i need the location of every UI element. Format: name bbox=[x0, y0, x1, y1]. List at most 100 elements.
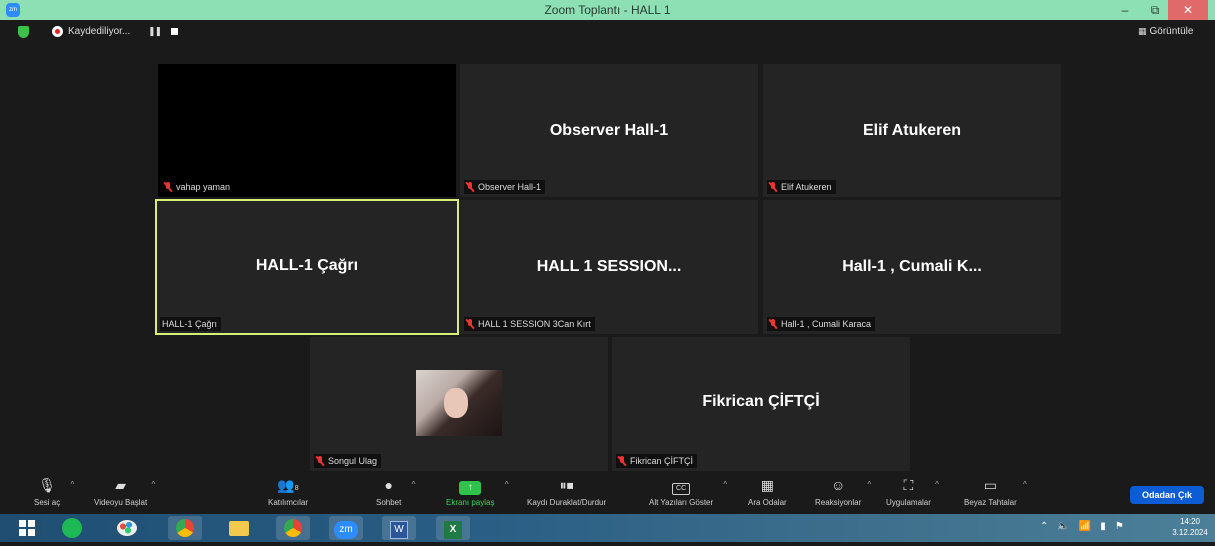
participant-name-tag: Elif Atukeren bbox=[767, 180, 836, 194]
show-captions-button[interactable]: CC Alt Yazıları Göster ^ bbox=[649, 476, 727, 507]
signal-icon: ▮ bbox=[1100, 521, 1106, 532]
network-icon: 📶 bbox=[1078, 521, 1092, 532]
video-off-icon: ▰ bbox=[115, 477, 126, 493]
participant-tile[interactable]: vahap yaman bbox=[158, 64, 456, 197]
chat-button[interactable]: ● Sohbet ^ bbox=[376, 476, 415, 507]
participant-name-tag: vahap yaman bbox=[162, 180, 235, 194]
mic-muted-icon bbox=[466, 182, 474, 192]
mic-muted-icon bbox=[164, 182, 172, 192]
stop-recording-icon[interactable] bbox=[171, 28, 178, 35]
word-icon: W bbox=[390, 521, 408, 539]
taskbar-chrome-2[interactable] bbox=[276, 516, 310, 540]
taskbar-excel[interactable]: X bbox=[436, 516, 470, 540]
reactions-button[interactable]: ☺ Reaksiyonlar ^ bbox=[815, 476, 871, 507]
pause-stop-recording-button[interactable]: ⏸⏹ Kaydı Duraklat/Durdur bbox=[527, 476, 606, 507]
participant-tile[interactable]: Elif Atukeren Elif Atukeren bbox=[763, 64, 1061, 197]
participant-name-tag: Hall-1 , Cumali Karaca bbox=[767, 317, 876, 331]
flag-icon: ⚑ bbox=[1114, 521, 1124, 532]
share-screen-button[interactable]: ↑ Ekranı paylaş ^ bbox=[446, 476, 508, 507]
video-gallery: vahap yaman Observer Hall-1 Observer Hal… bbox=[0, 44, 1215, 472]
mic-muted-icon bbox=[769, 182, 777, 192]
mic-muted-icon bbox=[769, 319, 777, 329]
security-shield-icon[interactable] bbox=[18, 26, 29, 38]
participant-name-tag: HALL 1 SESSION 3Can Kırt bbox=[464, 317, 595, 331]
participant-display-name: HALL-1 Çağrı bbox=[255, 257, 359, 274]
volume-icon: 🔈 bbox=[1057, 521, 1070, 532]
recording-bar: Kaydediliyor... ❚❚ ▦ Görüntüle bbox=[0, 20, 1215, 44]
apps-button[interactable]: ⛶ Uygulamalar ^ bbox=[886, 476, 939, 507]
video-options-caret[interactable]: ^ bbox=[151, 480, 155, 489]
taskbar-file-explorer[interactable] bbox=[222, 516, 256, 540]
leave-room-button[interactable]: Odadan Çık bbox=[1130, 486, 1204, 504]
chat-bubble-icon: ● bbox=[384, 477, 393, 493]
folder-icon bbox=[229, 521, 249, 536]
unmute-button[interactable]: 🎙 Sesi aç ^ bbox=[34, 476, 74, 507]
pause-stop-icon: ⏸⏹ bbox=[559, 477, 574, 493]
participant-name-tag: HALL-1 Çağrı bbox=[160, 317, 222, 331]
clock-time: 14:20 bbox=[1179, 517, 1201, 526]
whiteboard-options-caret[interactable]: ^ bbox=[1023, 480, 1027, 489]
whiteboard-icon: ▭ bbox=[983, 477, 997, 493]
mic-muted-icon bbox=[316, 456, 324, 466]
zoom-icon: zm bbox=[334, 521, 358, 539]
chevron-up-icon: ⌃ bbox=[1040, 521, 1049, 532]
view-button[interactable]: ▦ Görüntüle bbox=[1138, 26, 1193, 37]
breakout-rooms-button[interactable]: ▦ Ara Odalar bbox=[748, 476, 787, 507]
start-button[interactable] bbox=[10, 516, 44, 540]
participants-button[interactable]: 👥8 Katılımcılar bbox=[268, 476, 308, 507]
minimize-button[interactable]: – bbox=[1110, 0, 1140, 20]
participant-tile[interactable]: HALL 1 SESSION... HALL 1 SESSION 3Can Kı… bbox=[460, 200, 758, 334]
taskbar-zoom[interactable]: zm bbox=[329, 516, 363, 540]
participant-display-name: Elif Atukeren bbox=[862, 122, 962, 139]
pause-recording-icon[interactable]: ❚❚ bbox=[148, 26, 162, 37]
mic-muted-icon bbox=[466, 319, 474, 329]
window-titlebar: zm Zoom Toplantı - HALL 1 – ⧉ ✕ bbox=[0, 0, 1215, 20]
taskbar-paint[interactable] bbox=[110, 516, 144, 540]
window-title: Zoom Toplantı - HALL 1 bbox=[544, 3, 671, 17]
taskbar-chrome[interactable] bbox=[168, 516, 202, 540]
grid-icon: ▦ bbox=[1138, 26, 1147, 36]
excel-icon: X bbox=[444, 521, 462, 539]
participant-display-name: Observer Hall-1 bbox=[549, 122, 669, 139]
clock-date: 3.12.2024 bbox=[1172, 528, 1208, 537]
mic-off-icon: 🎙 bbox=[38, 477, 56, 493]
share-options-caret[interactable]: ^ bbox=[505, 480, 509, 489]
captions-options-caret[interactable]: ^ bbox=[723, 480, 727, 489]
participant-tile-active-speaker[interactable]: HALL-1 Çağrı HALL-1 Çağrı bbox=[155, 199, 459, 335]
recording-status: Kaydediliyor... bbox=[68, 26, 131, 37]
participants-icon: 👥8 bbox=[277, 477, 299, 493]
taskbar-clock[interactable]: 14:20 3.12.2024 bbox=[1168, 516, 1212, 538]
apps-options-caret[interactable]: ^ bbox=[935, 480, 939, 489]
profile-photo bbox=[416, 370, 502, 436]
participant-tile[interactable]: Songul Ulag bbox=[310, 337, 608, 471]
audio-options-caret[interactable]: ^ bbox=[70, 480, 74, 489]
participant-display-name: Fikrican ÇİFTÇİ bbox=[702, 393, 820, 410]
participant-tile[interactable]: Observer Hall-1 Observer Hall-1 bbox=[460, 64, 758, 197]
reactions-icon: ☺ bbox=[830, 477, 846, 493]
participant-name-tag: Songul Ulag bbox=[314, 454, 382, 468]
start-video-button[interactable]: ▰ Videoyu Başlat ^ bbox=[94, 476, 155, 507]
close-button[interactable]: ✕ bbox=[1168, 0, 1208, 20]
taskbar-word[interactable]: W bbox=[382, 516, 416, 540]
participant-name-tag: Observer Hall-1 bbox=[464, 180, 546, 194]
whiteboards-button[interactable]: ▭ Beyaz Tahtalar ^ bbox=[964, 476, 1027, 507]
share-screen-icon: ↑ bbox=[459, 481, 482, 495]
chat-options-caret[interactable]: ^ bbox=[412, 480, 416, 489]
windows-logo-icon bbox=[19, 520, 35, 536]
view-label: Görüntüle bbox=[1149, 26, 1194, 37]
captions-icon: CC bbox=[672, 483, 691, 495]
participant-tile[interactable]: Hall-1 , Cumali K... Hall-1 , Cumali Kar… bbox=[763, 200, 1061, 334]
chrome-icon bbox=[176, 519, 194, 537]
breakout-rooms-icon: ▦ bbox=[760, 477, 774, 493]
windows-taskbar: zm W X ⌃ 🔈 📶 ▮ ⚑ 14:20 3.12.2024 bbox=[0, 514, 1215, 542]
reactions-options-caret[interactable]: ^ bbox=[867, 480, 871, 489]
spotify-icon bbox=[62, 518, 82, 538]
system-tray[interactable]: ⌃ 🔈 📶 ▮ ⚑ bbox=[1040, 521, 1133, 532]
participant-tile[interactable]: Fikrican ÇİFTÇİ Fikrican ÇİFTÇİ bbox=[612, 337, 910, 471]
taskbar-spotify[interactable] bbox=[55, 516, 89, 540]
participant-display-name: HALL 1 SESSION... bbox=[536, 258, 682, 275]
profile-face bbox=[444, 388, 468, 418]
paint-icon bbox=[117, 520, 137, 536]
maximize-button[interactable]: ⧉ bbox=[1140, 0, 1170, 20]
apps-icon: ⛶ bbox=[903, 477, 914, 493]
